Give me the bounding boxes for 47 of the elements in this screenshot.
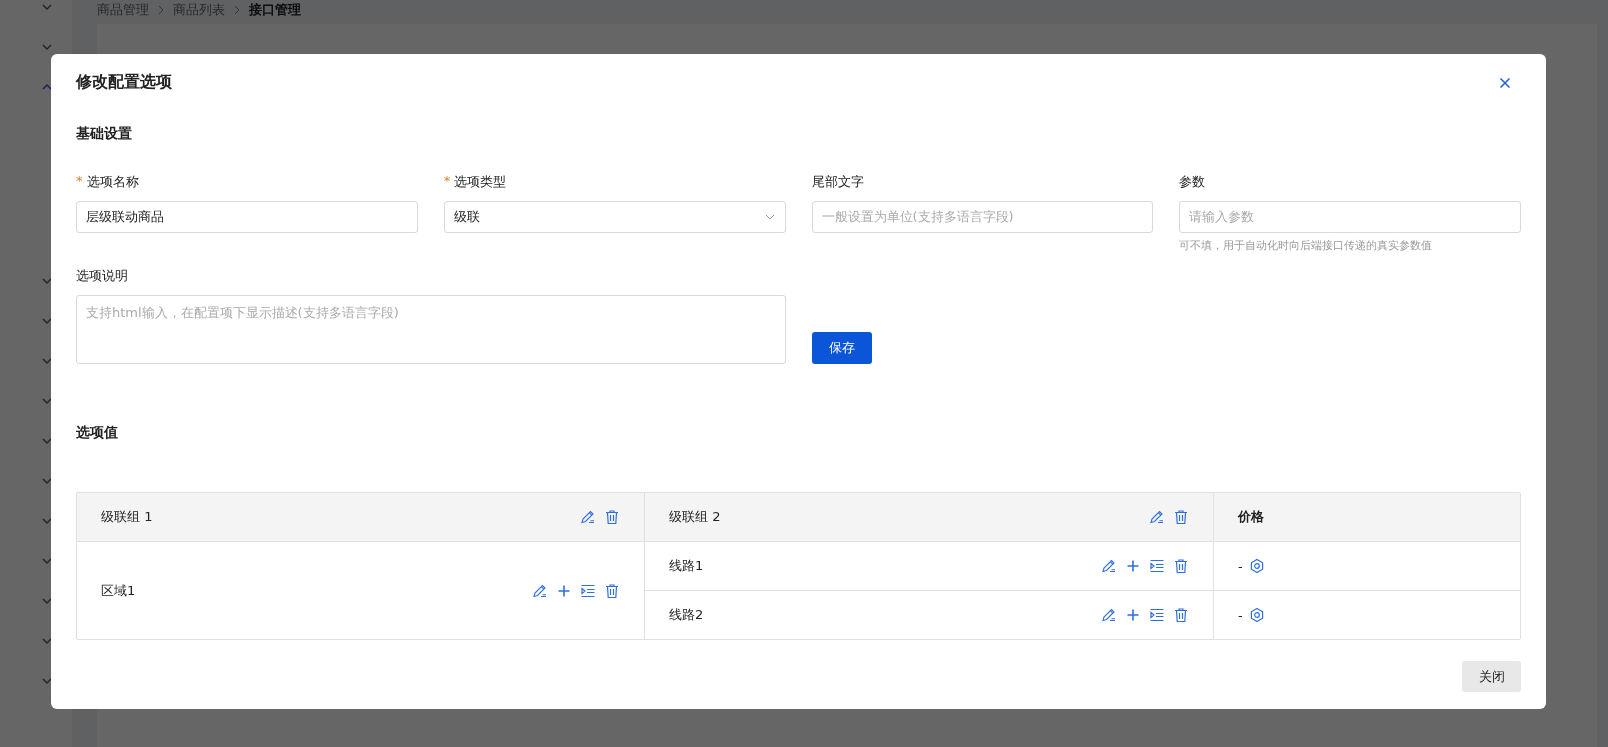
edit-icon[interactable] <box>1101 558 1117 574</box>
plus-icon[interactable] <box>1125 558 1141 574</box>
indent-icon[interactable] <box>1149 607 1165 623</box>
plus-icon[interactable] <box>1125 607 1141 623</box>
edit-icon[interactable] <box>532 582 548 599</box>
hexagon-settings-icon[interactable] <box>1248 558 1265 574</box>
price-value: - <box>1238 607 1243 623</box>
column-title: 级联组 1 <box>101 508 153 526</box>
table-cell: 线路2 <box>669 606 704 624</box>
edit-icon[interactable] <box>1149 509 1165 525</box>
hint-text: 可不填，用于自动化时向后端接口传递的真实参数值 <box>1179 238 1434 253</box>
input-field[interactable]: 层级联动商品 <box>76 201 418 233</box>
field-label: 尾部文字 <box>811 173 864 191</box>
section-title: 选项值 <box>76 424 119 442</box>
price-value: - <box>1238 558 1243 574</box>
trash-icon[interactable] <box>1173 558 1189 574</box>
field-label: 选项说明 <box>76 267 128 285</box>
column-title: 级联组 2 <box>669 508 721 526</box>
trash-icon[interactable] <box>1173 607 1189 623</box>
section-title: 基础设置 <box>76 125 133 143</box>
required-mark: * <box>443 173 451 190</box>
trash-icon[interactable] <box>604 509 620 525</box>
table-cell: 区域1 <box>101 581 136 600</box>
table-cell: 线路1 <box>669 557 704 575</box>
edit-icon[interactable] <box>1101 607 1117 623</box>
column-title: 价格 <box>1238 508 1264 526</box>
hexagon-settings-icon[interactable] <box>1248 607 1265 623</box>
indent-icon[interactable] <box>1149 558 1165 574</box>
breadcrumb-item[interactable]: 接口管理 <box>249 1 301 19</box>
chevron-right-icon <box>233 5 241 15</box>
input-field[interactable]: 请输入参数 <box>1179 201 1521 233</box>
field-label: 参数 <box>1179 173 1206 191</box>
chevron-right-icon <box>157 5 165 15</box>
trash-icon[interactable] <box>1173 509 1189 525</box>
close-icon[interactable] <box>1499 76 1511 89</box>
dialog-title: 修改配置选项 <box>76 72 172 93</box>
indent-icon[interactable] <box>580 582 596 599</box>
save-button[interactable]: 保存 <box>811 332 872 364</box>
close-button[interactable]: 关闭 <box>1462 661 1521 692</box>
select-field[interactable]: 级联 <box>443 201 786 233</box>
textarea-field[interactable]: 支持html输入，在配置项下显示描述(支持多语言字段) <box>76 295 786 364</box>
required-mark: * <box>76 173 83 190</box>
trash-icon[interactable] <box>604 582 620 599</box>
edit-icon[interactable] <box>580 509 596 525</box>
field-label: 选项类型 <box>454 173 507 191</box>
select-value: 级联 <box>453 208 480 226</box>
field-label: 选项名称 <box>86 173 139 191</box>
